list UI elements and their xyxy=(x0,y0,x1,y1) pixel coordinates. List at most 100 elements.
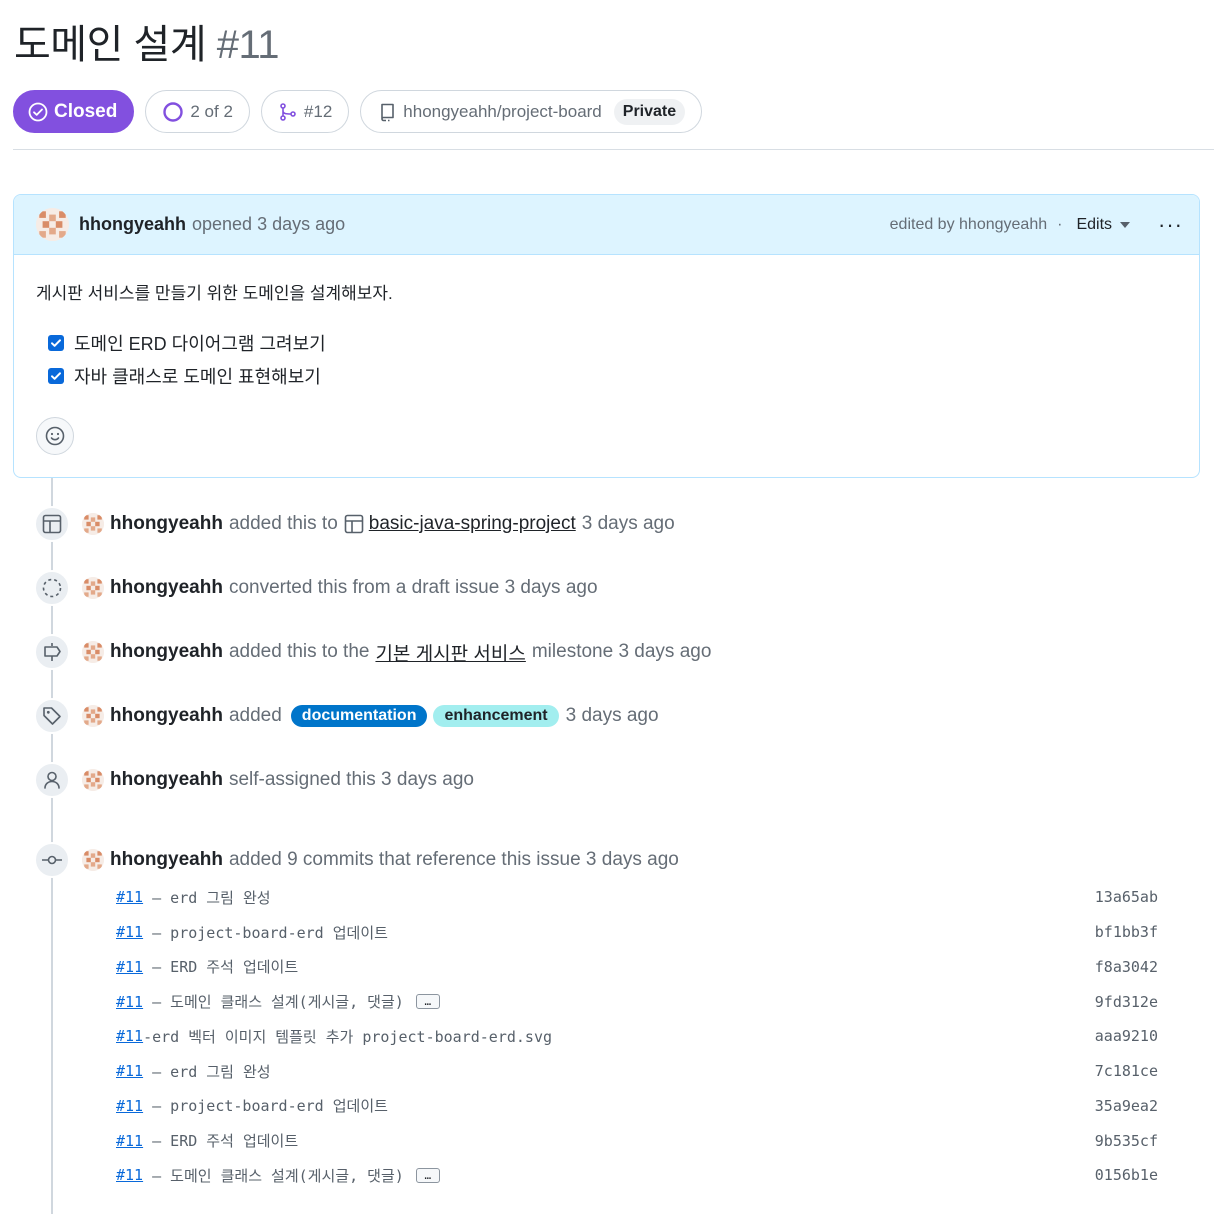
commit-message[interactable]: – 도메인 클래스 설계(게시글, 댓글) xyxy=(143,991,404,1012)
issue-ref-link[interactable]: #11 xyxy=(116,958,143,976)
commit-sha[interactable]: 35a9ea2 xyxy=(1095,1097,1158,1115)
event-author[interactable]: hhongyeahh xyxy=(110,705,223,727)
avatar[interactable] xyxy=(36,208,69,241)
issue-ref-link[interactable]: #11 xyxy=(116,1166,143,1184)
linked-pr-button[interactable]: #12 xyxy=(260,90,350,133)
event-author[interactable]: hhongyeahh xyxy=(110,849,223,871)
milestone-link[interactable]: 기본 게시판 서비스 xyxy=(375,639,525,666)
task-label: 자바 클래스로 도메인 표현해보기 xyxy=(74,366,321,387)
tasks-progress-label: 2 of 2 xyxy=(190,101,233,121)
issue-ref-link[interactable]: #11 xyxy=(116,1027,143,1045)
issue-title-text: 도메인 설계 xyxy=(14,23,207,67)
commit-sha[interactable]: 0156b1e xyxy=(1095,1166,1158,1184)
commit-message[interactable]: – erd 그림 완성 xyxy=(143,1061,270,1082)
table-icon xyxy=(34,506,70,542)
table-icon xyxy=(344,514,364,534)
repo-link[interactable]: hhongyeahh/project-board Private xyxy=(360,90,703,133)
issue-meta-bar: Closed 2 of 2 #12 hhongyeahh/project-boa… xyxy=(13,90,703,133)
label-enhancement[interactable]: enhancement xyxy=(433,705,559,727)
timeline-event-labels: hhongyeahh added documentation enhanceme… xyxy=(34,698,659,734)
check-icon xyxy=(51,371,61,380)
task-checkbox[interactable] xyxy=(48,367,64,384)
state-label: Closed xyxy=(54,100,118,122)
commit-sha[interactable]: aaa9210 xyxy=(1095,1027,1158,1045)
milestone-icon xyxy=(34,634,70,670)
issue-ref-link[interactable]: #11 xyxy=(116,1097,143,1115)
event-author[interactable]: hhongyeahh xyxy=(110,577,223,599)
comment-action: opened 3 days ago xyxy=(192,214,346,234)
more-options-button[interactable]: ··· xyxy=(1158,213,1183,236)
avatar[interactable] xyxy=(82,849,104,871)
commit-sha[interactable]: f8a3042 xyxy=(1095,958,1158,976)
commit-list: #11 – erd 그림 완성 13a65ab #11 – project-bo… xyxy=(116,880,1158,1193)
expand-message-button[interactable]: … xyxy=(415,994,440,1010)
tasks-progress-button[interactable]: 2 of 2 xyxy=(145,90,250,133)
event-text: self-assigned this 3 days ago xyxy=(228,769,474,790)
commit-sha[interactable]: 9fd312e xyxy=(1095,993,1158,1011)
commit-sha[interactable]: bf1bb3f xyxy=(1095,923,1158,941)
event-text: added this to the xyxy=(228,641,370,662)
issue-ref-link[interactable]: #11 xyxy=(116,1132,143,1150)
event-time: 3 days ago xyxy=(565,705,659,726)
task-label: 도메인 ERD 다이어그램 그려보기 xyxy=(74,333,326,354)
commit-message[interactable]: – project-board-erd 업데이트 xyxy=(143,922,388,943)
avatar[interactable] xyxy=(82,705,104,727)
comment-header-actions: edited by hhongyeahh · Edits ··· xyxy=(890,213,1183,236)
commit-icon xyxy=(34,842,70,878)
issue-ref-link[interactable]: #11 xyxy=(116,1062,143,1080)
visibility-badge: Private xyxy=(613,98,686,125)
expand-message-button[interactable]: … xyxy=(415,1167,440,1183)
repo-icon xyxy=(381,103,395,121)
timeline-event-converted: hhongyeahh converted this from a draft i… xyxy=(34,570,598,606)
avatar[interactable] xyxy=(82,641,104,663)
commit-message[interactable]: -erd 벡터 이미지 템플릿 추가 project-board-erd.svg xyxy=(143,1026,552,1047)
comment-header: hhongyeahh opened 3 days ago edited by h… xyxy=(14,195,1199,255)
comment-body: 게시판 서비스를 만들기 위한 도메인을 설계해보자. 도메인 ERD 다이어그… xyxy=(14,255,1199,455)
commit-sha[interactable]: 13a65ab xyxy=(1095,888,1158,906)
issue-ref-link[interactable]: #11 xyxy=(116,888,143,906)
commit-row: #11 – project-board-erd 업데이트 bf1bb3f xyxy=(116,915,1158,950)
avatar[interactable] xyxy=(82,513,104,535)
task-item: 도메인 ERD 다이어그램 그려보기 xyxy=(48,326,1177,359)
commit-message[interactable]: – ERD 주석 업데이트 xyxy=(143,956,298,977)
event-text: added xyxy=(228,705,282,726)
commit-row: #11 – 도메인 클래스 설계(게시글, 댓글) … 0156b1e xyxy=(116,1158,1158,1193)
event-author[interactable]: hhongyeahh xyxy=(110,769,223,791)
timeline-event-assigned: hhongyeahh self-assigned this 3 days ago xyxy=(34,762,474,798)
commit-message[interactable]: – project-board-erd 업데이트 xyxy=(143,1095,388,1116)
event-text: converted this from a draft issue 3 days… xyxy=(228,577,598,598)
header-divider xyxy=(13,149,1214,150)
commit-row: #11 – project-board-erd 업데이트 35a9ea2 xyxy=(116,1089,1158,1124)
issue-ref-link[interactable]: #11 xyxy=(116,923,143,941)
commit-message[interactable]: – erd 그림 완성 xyxy=(143,887,270,908)
commit-message[interactable]: – ERD 주석 업데이트 xyxy=(143,1130,298,1151)
tag-icon xyxy=(34,698,70,734)
commit-row: #11 – erd 그림 완성 13a65ab xyxy=(116,880,1158,915)
check-icon xyxy=(51,338,61,347)
commit-sha[interactable]: 7c181ce xyxy=(1095,1062,1158,1080)
issue-ref-link[interactable]: #11 xyxy=(116,993,143,1011)
event-author[interactable]: hhongyeahh xyxy=(110,513,223,535)
label-documentation[interactable]: documentation xyxy=(290,705,428,727)
task-checkbox[interactable] xyxy=(48,334,64,351)
commit-row: #11 – 도메인 클래스 설계(게시글, 댓글) … 9fd312e xyxy=(116,984,1158,1019)
event-text: added this to xyxy=(228,513,338,534)
avatar[interactable] xyxy=(82,577,104,599)
edits-dropdown[interactable]: Edits xyxy=(1076,215,1131,234)
linked-pr-label: #12 xyxy=(303,101,333,121)
commit-row: #11 -erd 벡터 이미지 템플릿 추가 project-board-erd… xyxy=(116,1019,1158,1054)
project-link[interactable]: basic-java-spring-project xyxy=(369,513,576,535)
edits-label: Edits xyxy=(1076,215,1113,233)
timeline-event-milestone: hhongyeahh added this to the 기본 게시판 서비스 … xyxy=(34,634,711,670)
event-author[interactable]: hhongyeahh xyxy=(110,641,223,663)
commit-sha[interactable]: 9b535cf xyxy=(1095,1132,1158,1150)
avatar[interactable] xyxy=(82,769,104,791)
issue-number: #11 xyxy=(216,23,280,67)
add-reaction-button[interactable] xyxy=(36,417,74,455)
progress-circle-icon xyxy=(163,101,184,122)
identicon-image xyxy=(36,208,69,241)
commit-message[interactable]: – 도메인 클래스 설계(게시글, 댓글) xyxy=(143,1165,404,1186)
draft-circle-icon xyxy=(34,570,70,606)
commit-row: #11 – ERD 주석 업데이트 9b535cf xyxy=(116,1123,1158,1158)
comment-author[interactable]: hhongyeahh xyxy=(79,214,186,235)
